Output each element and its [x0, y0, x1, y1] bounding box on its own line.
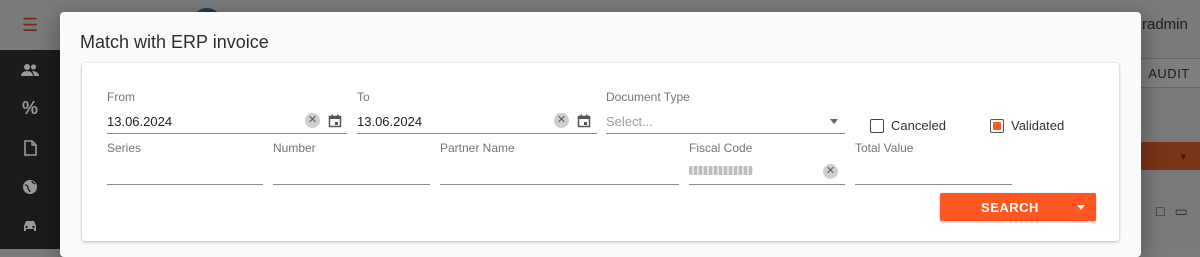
pdf-icon[interactable]: □▭	[1156, 203, 1198, 220]
calendar-icon[interactable]	[328, 114, 342, 128]
from-date-input[interactable]: 13.06.2024	[107, 114, 172, 129]
validated-label: Validated	[1011, 118, 1065, 133]
to-date-input[interactable]: 13.06.2024	[357, 114, 422, 129]
document-type-label: Document Type	[606, 90, 690, 104]
from-label: From	[107, 90, 135, 104]
fiscal-code-underline	[689, 184, 845, 185]
menu-icon[interactable]: ☰	[22, 15, 38, 36]
document-type-placeholder: Select...	[606, 114, 653, 129]
total-value-underline	[855, 184, 1012, 185]
total-value-field[interactable]: Total Value	[855, 141, 1012, 186]
partner-name-field[interactable]: Partner Name	[440, 141, 679, 186]
from-underline	[107, 133, 347, 134]
number-label: Number	[273, 141, 316, 155]
series-label: Series	[107, 141, 142, 155]
user-name[interactable]: radmin	[1142, 16, 1188, 33]
clear-fiscal-code-icon[interactable]: ✕	[823, 164, 838, 179]
to-underline	[357, 133, 597, 134]
clear-from-icon[interactable]: ✕	[305, 113, 320, 128]
fiscal-code-label: Fiscal Code	[689, 141, 753, 155]
to-label: To	[357, 90, 370, 104]
validated-box[interactable]	[990, 118, 1004, 133]
chevron-down-icon	[1077, 204, 1085, 210]
series-field[interactable]: Series	[107, 141, 263, 186]
document-type-select[interactable]: Document Type Select...	[606, 90, 845, 135]
search-options-dropdown[interactable]	[1066, 193, 1096, 221]
to-date-field[interactable]: To 13.06.2024 ✕	[357, 90, 597, 135]
search-button[interactable]: SEARCH	[940, 193, 1096, 221]
chevron-down-icon[interactable]	[830, 119, 838, 124]
percent-icon[interactable]: %	[0, 89, 60, 128]
partner-name-label: Partner Name	[440, 141, 515, 155]
canceled-checkbox[interactable]: Canceled	[870, 118, 946, 133]
series-underline	[107, 184, 263, 185]
search-button-label: SEARCH	[981, 199, 1039, 215]
audit-button[interactable]: AUDIT	[1136, 58, 1200, 88]
fiscal-code-field[interactable]: Fiscal Code ✕	[689, 141, 845, 186]
total-value-label: Total Value	[855, 141, 914, 155]
clear-to-icon[interactable]: ✕	[554, 113, 569, 128]
dialog-title: Match with ERP invoice	[80, 32, 269, 52]
background-action-button[interactable]: ▾	[1141, 142, 1200, 170]
canceled-label: Canceled	[891, 118, 946, 133]
car-icon[interactable]	[0, 206, 60, 245]
from-date-field[interactable]: From 13.06.2024 ✕	[107, 90, 347, 135]
document-type-underline	[606, 133, 845, 134]
app-sidebar: %	[0, 50, 60, 249]
people-icon[interactable]	[0, 50, 60, 89]
document-icon[interactable]	[0, 128, 60, 167]
validated-checkbox[interactable]: Validated	[990, 118, 1064, 133]
canceled-box[interactable]	[870, 118, 884, 133]
fiscal-code-masked-value[interactable]	[689, 166, 753, 175]
filter-card: From 13.06.2024 ✕ To 13.06.2024 ✕ Docume…	[82, 63, 1119, 241]
number-field[interactable]: Number	[273, 141, 430, 186]
match-erp-dialog: Match with ERP invoice From 13.06.2024 ✕…	[60, 12, 1141, 257]
number-underline	[273, 184, 430, 185]
checked-mark	[993, 121, 1001, 130]
partner-name-underline	[440, 184, 679, 185]
calendar-icon[interactable]	[577, 114, 591, 128]
globe-icon[interactable]	[0, 167, 60, 206]
